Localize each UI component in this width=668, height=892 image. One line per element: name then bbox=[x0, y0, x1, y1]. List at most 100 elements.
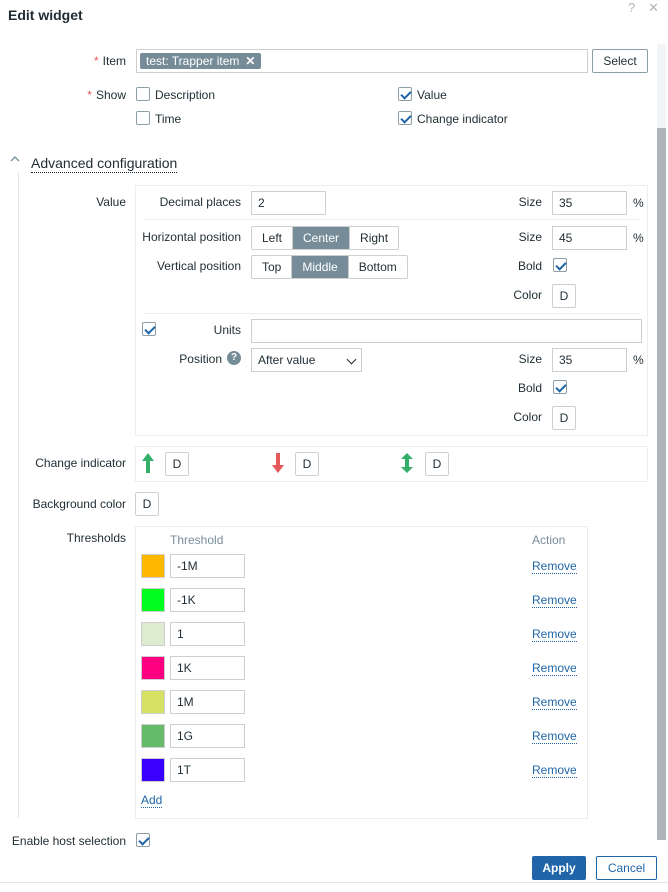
show-time-checkbox[interactable] bbox=[136, 111, 150, 125]
units-input[interactable] bbox=[251, 319, 642, 343]
value-panel bbox=[135, 185, 648, 436]
horizontal-size-label: Size bbox=[518, 230, 542, 244]
show-description-label: Description bbox=[155, 88, 216, 102]
threshold-input[interactable]: 1M bbox=[170, 690, 245, 714]
threshold-input[interactable]: 1G bbox=[170, 724, 245, 748]
units-color-picker[interactable]: D bbox=[552, 406, 576, 430]
units-color-label: Color bbox=[513, 410, 542, 424]
background-color-picker[interactable]: D bbox=[135, 492, 159, 516]
scrollbar-thumb[interactable] bbox=[657, 128, 666, 840]
threshold-input[interactable]: -1M bbox=[170, 554, 245, 578]
threshold-input[interactable]: 1T bbox=[170, 758, 245, 782]
horizontal-left-option[interactable]: Left bbox=[252, 227, 294, 249]
position-label: Position bbox=[179, 352, 222, 366]
item-multiselect[interactable]: test: Trapper item ✕ bbox=[136, 49, 588, 73]
decimal-places-label: Decimal places bbox=[159, 195, 241, 209]
remove-threshold-link[interactable]: Remove bbox=[532, 695, 577, 710]
horizontal-position-segmented: Left Center Right bbox=[251, 226, 400, 250]
percent-sign: % bbox=[633, 231, 644, 245]
threshold-color-swatch[interactable] bbox=[141, 656, 165, 680]
show-value-checkbox[interactable] bbox=[398, 87, 412, 101]
units-bold-checkbox[interactable] bbox=[553, 380, 567, 394]
remove-threshold-link[interactable]: Remove bbox=[532, 729, 577, 744]
show-change-indicator-checkbox[interactable] bbox=[398, 111, 412, 125]
threshold-input[interactable]: 1 bbox=[170, 622, 245, 646]
remove-threshold-link[interactable]: Remove bbox=[532, 763, 577, 778]
remove-threshold-link[interactable]: Remove bbox=[532, 627, 577, 642]
horizontal-right-option[interactable]: Right bbox=[350, 227, 398, 249]
tag-remove-icon[interactable]: ✕ bbox=[245, 54, 255, 68]
units-checkbox[interactable] bbox=[142, 322, 156, 336]
bold-label: Bold bbox=[517, 259, 542, 273]
show-time-label: Time bbox=[155, 112, 182, 126]
units-bold-label: Bold bbox=[517, 381, 542, 395]
units-position-select[interactable]: After value bbox=[251, 348, 362, 372]
arrow-up-down-icon bbox=[401, 453, 413, 473]
cancel-button[interactable]: Cancel bbox=[596, 856, 657, 880]
units-size-input[interactable]: 35 bbox=[552, 348, 627, 372]
change-down-color-picker[interactable]: D bbox=[295, 452, 319, 476]
threshold-color-swatch[interactable] bbox=[141, 724, 165, 748]
color-label: Color bbox=[513, 288, 542, 302]
decimal-size-label: Size bbox=[518, 195, 542, 209]
units-label: Units bbox=[213, 323, 241, 337]
help-icon[interactable]: ? bbox=[628, 0, 635, 15]
decimal-size-input[interactable]: 35 bbox=[552, 191, 627, 215]
change-updown-color-picker[interactable]: D bbox=[425, 452, 449, 476]
chevron-up-icon[interactable] bbox=[10, 154, 20, 164]
dialog-title: Edit widget bbox=[8, 7, 83, 23]
vertical-position-label: Vertical position bbox=[156, 259, 241, 273]
show-description-checkbox[interactable] bbox=[136, 87, 150, 101]
close-icon[interactable]: ✕ bbox=[648, 0, 659, 16]
divider bbox=[144, 313, 640, 314]
change-indicator-label: Change indicator bbox=[35, 456, 126, 470]
apply-button[interactable]: Apply bbox=[532, 856, 586, 880]
threshold-color-swatch[interactable] bbox=[141, 758, 165, 782]
change-indicator-panel bbox=[135, 446, 648, 482]
section-divider bbox=[18, 172, 19, 818]
threshold-column-header: Threshold bbox=[170, 533, 224, 547]
vertical-top-option[interactable]: Top bbox=[252, 256, 293, 278]
remove-threshold-link[interactable]: Remove bbox=[532, 559, 577, 574]
show-change-indicator-label: Change indicator bbox=[417, 112, 508, 126]
divider bbox=[144, 219, 640, 220]
threshold-input[interactable]: 1K bbox=[170, 656, 245, 680]
remove-threshold-link[interactable]: Remove bbox=[532, 661, 577, 676]
item-select-button[interactable]: Select bbox=[592, 49, 648, 73]
advanced-configuration-toggle[interactable]: Advanced configuration bbox=[31, 155, 178, 173]
horizontal-center-option[interactable]: Center bbox=[293, 227, 351, 249]
enable-host-selection-label: Enable host selection bbox=[11, 834, 126, 848]
chevron-down-icon bbox=[346, 354, 357, 365]
horizontal-size-input[interactable]: 45 bbox=[552, 226, 627, 250]
arrow-down-icon bbox=[272, 453, 284, 473]
show-value-label: Value bbox=[417, 88, 447, 102]
bold-checkbox[interactable] bbox=[553, 258, 567, 272]
threshold-color-swatch[interactable] bbox=[141, 588, 165, 612]
threshold-color-swatch[interactable] bbox=[141, 622, 165, 646]
thresholds-label: Thresholds bbox=[66, 531, 126, 545]
threshold-color-swatch[interactable] bbox=[141, 554, 165, 578]
background-color-label: Background color bbox=[32, 497, 126, 511]
percent-sign: % bbox=[633, 196, 644, 210]
vertical-position-segmented: Top Middle Bottom bbox=[251, 255, 408, 279]
arrow-up-icon bbox=[142, 453, 154, 473]
percent-sign: % bbox=[633, 353, 644, 367]
enable-host-selection-checkbox[interactable] bbox=[136, 833, 150, 847]
change-up-color-picker[interactable]: D bbox=[165, 452, 189, 476]
action-column-header: Action bbox=[532, 533, 566, 547]
item-tag: test: Trapper item ✕ bbox=[140, 53, 262, 69]
value-color-picker[interactable]: D bbox=[552, 284, 576, 308]
threshold-color-swatch[interactable] bbox=[141, 690, 165, 714]
decimal-places-input[interactable]: 2 bbox=[251, 191, 326, 215]
footer-divider bbox=[0, 882, 668, 883]
item-label: * Item bbox=[93, 54, 126, 68]
units-size-label: Size bbox=[518, 352, 542, 366]
vertical-bottom-option[interactable]: Bottom bbox=[349, 256, 407, 278]
vertical-middle-option[interactable]: Middle bbox=[292, 256, 349, 278]
threshold-input[interactable]: -1K bbox=[170, 588, 245, 612]
help-icon[interactable]: ? bbox=[227, 351, 241, 365]
remove-threshold-link[interactable]: Remove bbox=[532, 593, 577, 608]
show-label: * Show bbox=[87, 88, 126, 102]
add-threshold-link[interactable]: Add bbox=[141, 793, 163, 808]
value-label: Value bbox=[96, 195, 126, 209]
